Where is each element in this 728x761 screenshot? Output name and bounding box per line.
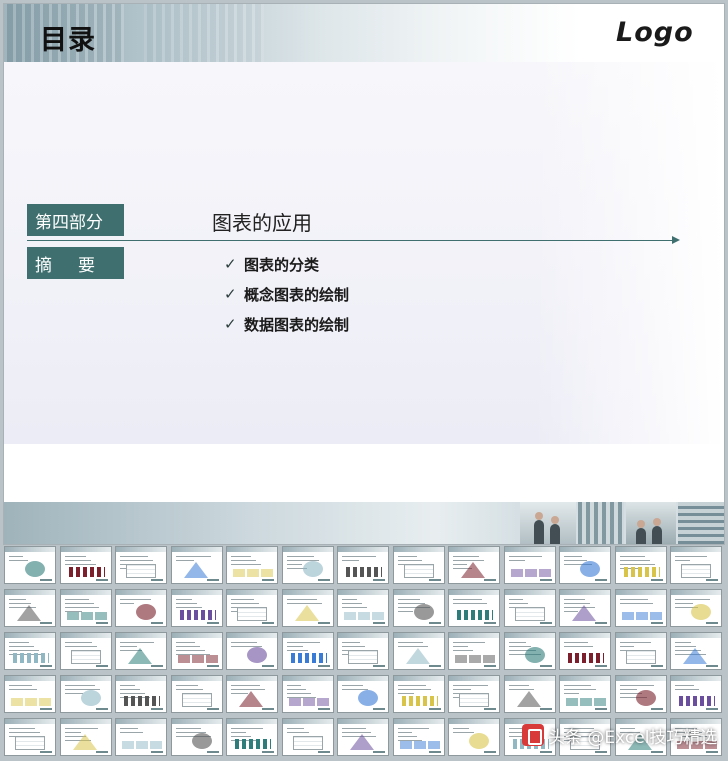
slide-thumbnail[interactable] bbox=[337, 546, 389, 584]
slide-thumbnail[interactable] bbox=[115, 632, 167, 670]
slide-thumbnail[interactable] bbox=[503, 546, 556, 584]
part-tag: 第四部分 bbox=[27, 204, 124, 236]
arrow-right-icon bbox=[672, 236, 680, 244]
slide-footer bbox=[4, 502, 724, 544]
slide-thumbnail[interactable] bbox=[59, 718, 112, 756]
slide-thumbnail[interactable] bbox=[281, 718, 334, 756]
slide-thumbnail[interactable] bbox=[392, 632, 445, 670]
check-icon: ✓ bbox=[224, 255, 237, 273]
slide-thumbnail[interactable] bbox=[503, 589, 556, 627]
slide-thumbnail[interactable] bbox=[115, 589, 167, 627]
slide-thumbnail[interactable] bbox=[170, 546, 223, 584]
bullet-item: ✓ 概念图表的绘制 bbox=[224, 279, 349, 309]
slide-thumbnail[interactable] bbox=[559, 589, 611, 627]
slide-thumbnail[interactable] bbox=[59, 632, 112, 670]
header-photo bbox=[144, 4, 264, 62]
slide-thumbnail[interactable] bbox=[448, 718, 500, 756]
watermark: 头条 @Excel技巧精选 bbox=[522, 722, 717, 748]
slide-thumbnail[interactable] bbox=[115, 546, 167, 584]
footer-photo bbox=[520, 502, 576, 544]
bullet-text: 图表的分类 bbox=[244, 255, 320, 274]
bullet-item: ✓ 数据图表的绘制 bbox=[224, 309, 349, 339]
slide-thumbnail[interactable] bbox=[448, 546, 500, 584]
slide-thumbnail[interactable] bbox=[115, 718, 167, 756]
slide-thumbnail[interactable] bbox=[281, 546, 334, 584]
slide-canvas: 目录 Logo 第四部分 图表的应用 摘要 ✓ 图表的分类 ✓ 概念图表的绘制 … bbox=[4, 4, 724, 544]
slide-thumbnail[interactable] bbox=[226, 718, 278, 756]
slide-thumbnail[interactable] bbox=[281, 675, 334, 713]
slide-thumbnail[interactable] bbox=[281, 632, 334, 670]
slide-title: 目录 bbox=[40, 25, 96, 56]
slide-thumbnail[interactable] bbox=[614, 546, 667, 584]
slide-thumbnail[interactable] bbox=[392, 546, 445, 584]
slide-thumbnail[interactable] bbox=[448, 632, 500, 670]
footer-photo bbox=[578, 502, 624, 544]
slide-thumbnail[interactable] bbox=[226, 675, 278, 713]
slide-thumbnail[interactable] bbox=[670, 546, 722, 584]
slide-thumbnail[interactable] bbox=[337, 632, 389, 670]
section-heading: 图表的应用 bbox=[212, 211, 312, 235]
slide-thumbnail[interactable] bbox=[614, 632, 667, 670]
divider-line bbox=[27, 240, 677, 241]
footer-photo bbox=[678, 502, 724, 544]
check-icon: ✓ bbox=[224, 315, 237, 333]
bullet-text: 概念图表的绘制 bbox=[244, 285, 350, 304]
slide-thumbnail[interactable] bbox=[115, 675, 167, 713]
slide-thumbnail[interactable] bbox=[614, 675, 667, 713]
slide-thumbnail[interactable] bbox=[503, 675, 556, 713]
slide-thumbnail[interactable] bbox=[226, 632, 278, 670]
slide-thumbnail[interactable] bbox=[170, 718, 223, 756]
slide-thumbnail[interactable] bbox=[4, 632, 56, 670]
slide-thumbnail[interactable] bbox=[392, 589, 445, 627]
slide-thumbnail[interactable] bbox=[670, 675, 722, 713]
slide-thumbnail[interactable] bbox=[4, 589, 56, 627]
bullet-item: ✓ 图表的分类 bbox=[224, 249, 349, 279]
slide-thumbnail[interactable] bbox=[392, 675, 445, 713]
slide-thumbnail[interactable] bbox=[226, 546, 278, 584]
bullet-text: 数据图表的绘制 bbox=[244, 315, 350, 334]
slide-thumbnail[interactable] bbox=[503, 632, 556, 670]
toutiao-icon bbox=[522, 724, 544, 746]
slide-thumbnail[interactable] bbox=[281, 589, 334, 627]
slide-thumbnail[interactable] bbox=[670, 632, 722, 670]
logo: Logo bbox=[616, 17, 694, 48]
slide-thumbnail[interactable] bbox=[226, 589, 278, 627]
footer-photo bbox=[626, 502, 676, 544]
slide-thumbnail[interactable] bbox=[670, 589, 722, 627]
slide-thumbnail[interactable] bbox=[614, 589, 667, 627]
slide-thumbnail[interactable] bbox=[337, 675, 389, 713]
slide-thumbnail[interactable] bbox=[448, 675, 500, 713]
slide-thumbnail[interactable] bbox=[59, 675, 112, 713]
slide-thumbnail[interactable] bbox=[559, 632, 611, 670]
check-icon: ✓ bbox=[224, 285, 237, 303]
slide-thumbnail[interactable] bbox=[337, 589, 389, 627]
slide-thumbnail[interactable] bbox=[170, 589, 223, 627]
slide-thumbnail[interactable] bbox=[170, 675, 223, 713]
summary-tag: 摘要 bbox=[27, 247, 124, 279]
slide-thumbnail[interactable] bbox=[448, 589, 500, 627]
slide-thumbnail[interactable] bbox=[559, 546, 611, 584]
slide-thumbnail[interactable] bbox=[4, 546, 56, 584]
slide-header: 目录 Logo bbox=[4, 4, 724, 62]
slide-thumbnail[interactable] bbox=[337, 718, 389, 756]
slide-thumbnail[interactable] bbox=[59, 589, 112, 627]
slide-thumbnail[interactable] bbox=[392, 718, 445, 756]
slide-thumbnail[interactable] bbox=[559, 675, 611, 713]
slide-thumbnail[interactable] bbox=[170, 632, 223, 670]
slide-thumbnail[interactable] bbox=[4, 718, 56, 756]
watermark-text: 头条 @Excel技巧精选 bbox=[548, 727, 718, 748]
slide-thumbnail[interactable] bbox=[4, 675, 56, 713]
bullet-list: ✓ 图表的分类 ✓ 概念图表的绘制 ✓ 数据图表的绘制 bbox=[224, 249, 349, 339]
slide-thumbnail[interactable] bbox=[59, 546, 112, 584]
